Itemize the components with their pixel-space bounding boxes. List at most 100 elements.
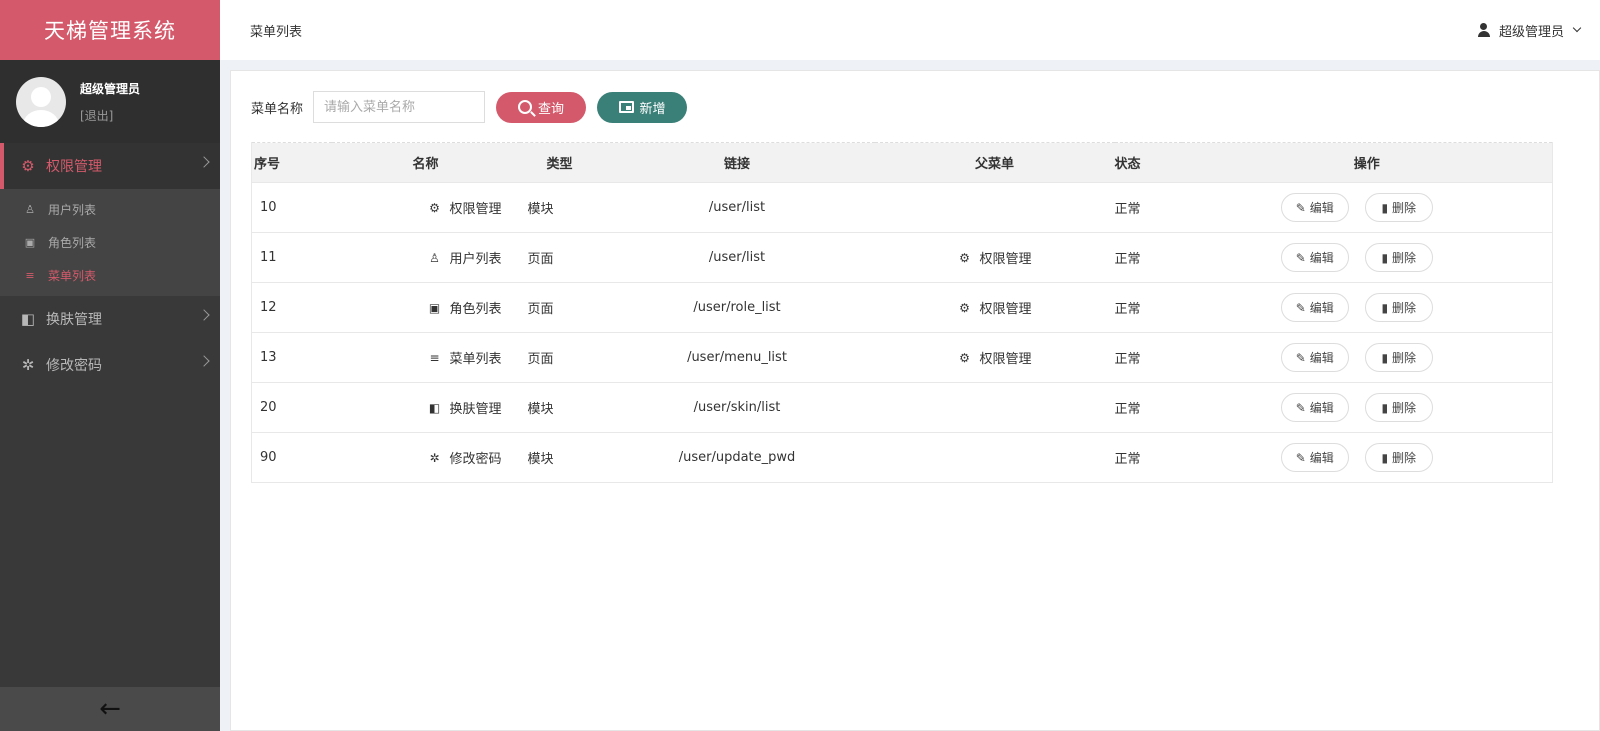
cell-parent <box>874 432 1115 483</box>
menu-name-input[interactable] <box>313 91 486 123</box>
top-header: 菜单列表 超级管理员 <box>220 0 1600 60</box>
cog-icon: ✲ <box>429 450 440 465</box>
cell-id: 13 <box>251 332 332 383</box>
gear-icon: ⚙ <box>959 250 970 265</box>
table-row: 11 ♙ 用户列表 页面/user/list ⚙ 权限管理 正常 ✎ 编辑 ▮ 删除 <box>251 232 1553 283</box>
sidebar-item-label: 用户列表 <box>48 203 97 217</box>
cog-icon: ✲ <box>21 356 35 374</box>
delete-button[interactable]: ▮ 删除 <box>1364 243 1433 272</box>
cell-parent: ⚙ 权限管理 <box>874 232 1115 283</box>
sidebar-item-label: 修改密码 <box>46 358 102 374</box>
add-button[interactable]: 新增 <box>597 91 688 123</box>
cell-link: /user/menu_list <box>599 332 875 383</box>
edit-button[interactable]: ✎ 编辑 <box>1280 393 1349 422</box>
sidebar-item-label: 权限管理 <box>46 159 102 175</box>
user-icon: ♙ <box>25 203 35 216</box>
menu-table: 序号 名称 类型 链接 父菜单 状态 操作 10 ⚙ 权限管理 模块/user/lis… <box>251 142 1553 483</box>
sidebar-item-password[interactable]: ✲ 修改密码 <box>0 342 220 388</box>
account-menu[interactable]: 超级管理员 <box>1477 21 1582 40</box>
trash-icon: ▮ <box>1381 450 1389 465</box>
user-panel: 超级管理员 [退出] <box>0 60 220 143</box>
cell-name: ◧ 换肤管理 <box>331 382 520 433</box>
cell-type: 模块 <box>519 432 600 483</box>
id-card-icon: ▣ <box>428 300 441 315</box>
table-row: 13 ≡ 菜单列表 页面/user/menu_list ⚙ 权限管理 正常 ✎ 编辑 ▮ 删除 <box>251 332 1553 383</box>
edit-button[interactable]: ✎ 编辑 <box>1280 343 1349 372</box>
sidebar-item-user-list[interactable]: ♙ 用户列表 <box>0 193 220 226</box>
delete-label: 删除 <box>1392 401 1417 415</box>
cell-name: ✲ 修改密码 <box>331 432 520 483</box>
sidebar-item-label: 换肤管理 <box>46 312 102 328</box>
trash-icon: ▮ <box>1381 350 1389 365</box>
sidebar-item-role-list[interactable]: ▣ 角色列表 <box>0 226 220 259</box>
trash-icon: ▮ <box>1381 200 1389 215</box>
delete-button[interactable]: ▮ 删除 <box>1364 343 1433 372</box>
edit-button[interactable]: ✎ 编辑 <box>1280 443 1349 472</box>
cell-id: 90 <box>251 432 332 483</box>
delete-button[interactable]: ▮ 删除 <box>1364 193 1433 222</box>
cell-actions: ✎ 编辑 ▮ 删除 <box>1181 182 1553 233</box>
edit-button[interactable]: ✎ 编辑 <box>1280 293 1349 322</box>
menu-name: 修改密码 <box>449 452 502 467</box>
table-row: 90 ✲ 修改密码 模块/user/update_pwd 正常 ✎ 编辑 ▮ 删除 <box>251 432 1553 483</box>
parent-name: 权限管理 <box>979 302 1032 317</box>
edit-label: 编辑 <box>1309 301 1334 315</box>
delete-button[interactable]: ▮ 删除 <box>1364 293 1433 322</box>
edit-button[interactable]: ✎ 编辑 <box>1280 193 1349 222</box>
edit-button[interactable]: ✎ 编辑 <box>1280 243 1349 272</box>
edit-label: 编辑 <box>1309 201 1334 215</box>
cell-type: 页面 <box>519 282 600 333</box>
cell-parent: ⚙ 权限管理 <box>874 282 1115 333</box>
cell-type: 模块 <box>519 182 600 233</box>
menu-name: 用户列表 <box>449 252 502 267</box>
arrow-left-icon: ← <box>99 694 121 724</box>
menu-name: 菜单列表 <box>449 352 502 367</box>
sidebar: 天梯管理系统 超级管理员 [退出] ⚙ 权限管理 ♙ 用户列表 ▣ 角色列表 ≡… <box>0 0 220 731</box>
sidebar-item-skin[interactable]: ◧ 换肤管理 <box>0 296 220 342</box>
sidebar-item-menu-list[interactable]: ≡ 菜单列表 <box>0 259 220 292</box>
cell-id: 12 <box>251 282 332 333</box>
column-header: 类型 <box>519 142 600 183</box>
pencil-icon: ✎ <box>1295 250 1306 265</box>
collapse-sidebar-button[interactable]: ← <box>0 687 220 731</box>
delete-button[interactable]: ▮ 删除 <box>1364 443 1433 472</box>
user-icon: ♙ <box>429 250 440 265</box>
table-header-row: 序号 名称 类型 链接 父菜单 状态 操作 <box>251 142 1553 183</box>
cell-name: ⚙ 权限管理 <box>331 182 520 233</box>
cell-actions: ✎ 编辑 ▮ 删除 <box>1181 332 1553 383</box>
main-panel: 菜单名称 查询 新增 序号 名称 类型 链接 父菜单 状态 操作 10 ⚙ 权限管理… <box>230 70 1600 731</box>
cell-type: 页面 <box>519 232 600 283</box>
gear-icon: ⚙ <box>21 157 35 175</box>
avatar <box>16 76 66 127</box>
logout-link[interactable]: [退出] <box>80 107 140 124</box>
delete-button[interactable]: ▮ 删除 <box>1364 393 1433 422</box>
add-button-label: 新增 <box>639 101 666 117</box>
pencil-icon: ✎ <box>1295 400 1306 415</box>
gear-icon: ⚙ <box>429 200 440 215</box>
cell-name: ≡ 菜单列表 <box>331 332 520 383</box>
pencil-icon: ✎ <box>1295 450 1306 465</box>
column-header: 操作 <box>1181 142 1553 183</box>
table-row: 20 ◧ 换肤管理 模块/user/skin/list 正常 ✎ 编辑 ▮ 删除 <box>251 382 1553 433</box>
edit-label: 编辑 <box>1309 351 1334 365</box>
delete-label: 删除 <box>1392 251 1417 265</box>
search-label: 菜单名称 <box>251 101 304 117</box>
cell-link: /user/list <box>599 232 875 283</box>
id-card-icon: ▣ <box>24 236 36 249</box>
query-button-label: 查询 <box>538 101 565 117</box>
list-icon: ≡ <box>25 269 35 282</box>
edit-label: 编辑 <box>1309 451 1334 465</box>
pencil-icon: ✎ <box>1295 200 1306 215</box>
table-row: 10 ⚙ 权限管理 模块/user/list 正常 ✎ 编辑 ▮ 删除 <box>251 182 1553 233</box>
query-button[interactable]: 查询 <box>496 91 587 123</box>
cell-type: 页面 <box>519 332 600 383</box>
cell-actions: ✎ 编辑 ▮ 删除 <box>1181 432 1553 483</box>
delete-label: 删除 <box>1392 201 1417 215</box>
cell-parent: ⚙ 权限管理 <box>874 332 1115 383</box>
cell-type: 模块 <box>519 382 600 433</box>
pencil-icon: ✎ <box>1295 350 1306 365</box>
sidebar-item-permission[interactable]: ⚙ 权限管理 <box>0 143 220 189</box>
cell-id: 10 <box>251 182 332 233</box>
cell-parent <box>874 182 1115 233</box>
cell-actions: ✎ 编辑 ▮ 删除 <box>1181 282 1553 333</box>
